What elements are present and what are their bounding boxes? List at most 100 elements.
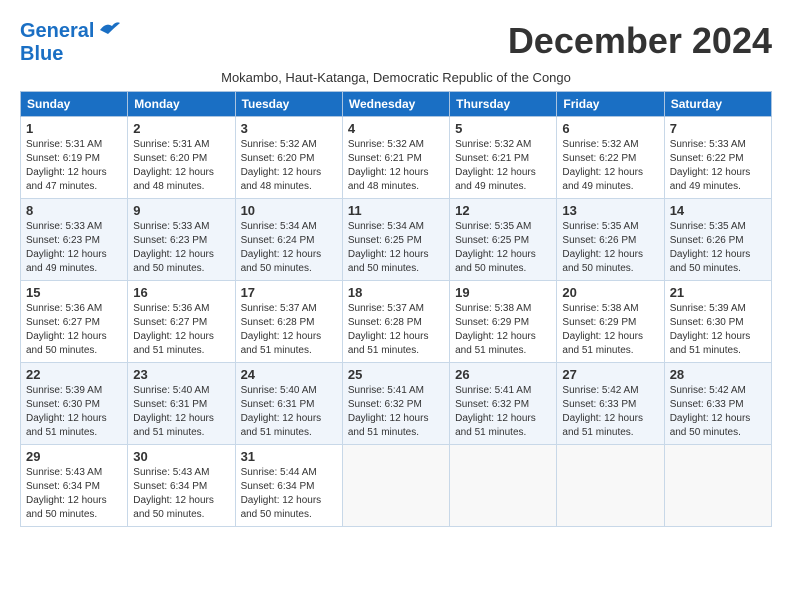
- day-number: 9: [133, 203, 229, 218]
- day-info: Sunrise: 5:36 AM Sunset: 6:27 PM Dayligh…: [26, 302, 122, 358]
- daylight-label: Daylight: 12 hours and 49 minutes.: [670, 167, 751, 192]
- sunrise-label: Sunrise: 5:32 AM: [241, 139, 317, 150]
- day-number: 7: [670, 121, 766, 136]
- sunrise-label: Sunrise: 5:33 AM: [670, 139, 746, 150]
- sunset-label: Sunset: 6:30 PM: [26, 399, 100, 410]
- calendar-cell: 27 Sunrise: 5:42 AM Sunset: 6:33 PM Dayl…: [557, 363, 664, 445]
- day-info: Sunrise: 5:41 AM Sunset: 6:32 PM Dayligh…: [348, 384, 444, 440]
- calendar-cell: 18 Sunrise: 5:37 AM Sunset: 6:28 PM Dayl…: [342, 281, 449, 363]
- sunrise-label: Sunrise: 5:34 AM: [348, 221, 424, 232]
- day-info: Sunrise: 5:33 AM Sunset: 6:23 PM Dayligh…: [26, 220, 122, 276]
- calendar-cell: 22 Sunrise: 5:39 AM Sunset: 6:30 PM Dayl…: [21, 363, 128, 445]
- logo-bird-icon: [98, 20, 120, 38]
- day-number: 5: [455, 121, 551, 136]
- day-number: 27: [562, 367, 658, 382]
- day-number: 2: [133, 121, 229, 136]
- day-number: 4: [348, 121, 444, 136]
- sunrise-label: Sunrise: 5:44 AM: [241, 467, 317, 478]
- day-info: Sunrise: 5:31 AM Sunset: 6:20 PM Dayligh…: [133, 138, 229, 194]
- day-number: 13: [562, 203, 658, 218]
- day-number: 12: [455, 203, 551, 218]
- sunrise-label: Sunrise: 5:32 AM: [455, 139, 531, 150]
- daylight-label: Daylight: 12 hours and 51 minutes.: [562, 331, 643, 356]
- calendar-cell: 28 Sunrise: 5:42 AM Sunset: 6:33 PM Dayl…: [664, 363, 771, 445]
- day-info: Sunrise: 5:34 AM Sunset: 6:25 PM Dayligh…: [348, 220, 444, 276]
- sunset-label: Sunset: 6:24 PM: [241, 235, 315, 246]
- calendar-cell: 31 Sunrise: 5:44 AM Sunset: 6:34 PM Dayl…: [235, 445, 342, 527]
- day-info: Sunrise: 5:32 AM Sunset: 6:21 PM Dayligh…: [348, 138, 444, 194]
- sunrise-label: Sunrise: 5:37 AM: [241, 303, 317, 314]
- day-number: 19: [455, 285, 551, 300]
- sunset-label: Sunset: 6:32 PM: [348, 399, 422, 410]
- logo-text: General Blue: [20, 20, 94, 66]
- sunrise-label: Sunrise: 5:38 AM: [455, 303, 531, 314]
- day-number: 17: [241, 285, 337, 300]
- day-info: Sunrise: 5:35 AM Sunset: 6:26 PM Dayligh…: [562, 220, 658, 276]
- sunset-label: Sunset: 6:27 PM: [133, 317, 207, 328]
- sunrise-label: Sunrise: 5:33 AM: [26, 221, 102, 232]
- sunset-label: Sunset: 6:20 PM: [241, 153, 315, 164]
- sunrise-label: Sunrise: 5:36 AM: [133, 303, 209, 314]
- daylight-label: Daylight: 12 hours and 51 minutes.: [241, 331, 322, 356]
- calendar-cell: 6 Sunrise: 5:32 AM Sunset: 6:22 PM Dayli…: [557, 117, 664, 199]
- day-number: 14: [670, 203, 766, 218]
- day-info: Sunrise: 5:40 AM Sunset: 6:31 PM Dayligh…: [133, 384, 229, 440]
- day-number: 22: [26, 367, 122, 382]
- day-info: Sunrise: 5:43 AM Sunset: 6:34 PM Dayligh…: [133, 466, 229, 522]
- calendar-cell: 21 Sunrise: 5:39 AM Sunset: 6:30 PM Dayl…: [664, 281, 771, 363]
- calendar-header-thursday: Thursday: [450, 92, 557, 117]
- sunset-label: Sunset: 6:22 PM: [670, 153, 744, 164]
- calendar-week-row: 15 Sunrise: 5:36 AM Sunset: 6:27 PM Dayl…: [21, 281, 772, 363]
- daylight-label: Daylight: 12 hours and 50 minutes.: [241, 249, 322, 274]
- daylight-label: Daylight: 12 hours and 51 minutes.: [241, 413, 322, 438]
- day-number: 29: [26, 449, 122, 464]
- calendar-week-row: 22 Sunrise: 5:39 AM Sunset: 6:30 PM Dayl…: [21, 363, 772, 445]
- daylight-label: Daylight: 12 hours and 50 minutes.: [26, 331, 107, 356]
- day-info: Sunrise: 5:38 AM Sunset: 6:29 PM Dayligh…: [562, 302, 658, 358]
- daylight-label: Daylight: 12 hours and 48 minutes.: [348, 167, 429, 192]
- sunrise-label: Sunrise: 5:43 AM: [133, 467, 209, 478]
- sunrise-label: Sunrise: 5:35 AM: [670, 221, 746, 232]
- calendar-cell: [342, 445, 449, 527]
- sunrise-label: Sunrise: 5:39 AM: [670, 303, 746, 314]
- daylight-label: Daylight: 12 hours and 50 minutes.: [133, 495, 214, 520]
- sunset-label: Sunset: 6:26 PM: [562, 235, 636, 246]
- logo: General Blue: [20, 20, 120, 66]
- sunset-label: Sunset: 6:32 PM: [455, 399, 529, 410]
- calendar-cell: 2 Sunrise: 5:31 AM Sunset: 6:20 PM Dayli…: [128, 117, 235, 199]
- sunrise-label: Sunrise: 5:31 AM: [133, 139, 209, 150]
- calendar-cell: 25 Sunrise: 5:41 AM Sunset: 6:32 PM Dayl…: [342, 363, 449, 445]
- calendar-header-sunday: Sunday: [21, 92, 128, 117]
- day-number: 31: [241, 449, 337, 464]
- day-info: Sunrise: 5:31 AM Sunset: 6:19 PM Dayligh…: [26, 138, 122, 194]
- day-number: 1: [26, 121, 122, 136]
- sunset-label: Sunset: 6:20 PM: [133, 153, 207, 164]
- sunset-label: Sunset: 6:21 PM: [348, 153, 422, 164]
- day-info: Sunrise: 5:37 AM Sunset: 6:28 PM Dayligh…: [241, 302, 337, 358]
- daylight-label: Daylight: 12 hours and 51 minutes.: [348, 413, 429, 438]
- daylight-label: Daylight: 12 hours and 50 minutes.: [26, 495, 107, 520]
- day-info: Sunrise: 5:42 AM Sunset: 6:33 PM Dayligh…: [562, 384, 658, 440]
- sunrise-label: Sunrise: 5:41 AM: [455, 385, 531, 396]
- sunset-label: Sunset: 6:34 PM: [133, 481, 207, 492]
- sunrise-label: Sunrise: 5:42 AM: [670, 385, 746, 396]
- day-info: Sunrise: 5:36 AM Sunset: 6:27 PM Dayligh…: [133, 302, 229, 358]
- calendar-week-row: 1 Sunrise: 5:31 AM Sunset: 6:19 PM Dayli…: [21, 117, 772, 199]
- day-info: Sunrise: 5:35 AM Sunset: 6:26 PM Dayligh…: [670, 220, 766, 276]
- calendar-cell: 17 Sunrise: 5:37 AM Sunset: 6:28 PM Dayl…: [235, 281, 342, 363]
- sunrise-label: Sunrise: 5:33 AM: [133, 221, 209, 232]
- sunset-label: Sunset: 6:23 PM: [26, 235, 100, 246]
- day-number: 20: [562, 285, 658, 300]
- sunrise-label: Sunrise: 5:34 AM: [241, 221, 317, 232]
- daylight-label: Daylight: 12 hours and 51 minutes.: [455, 331, 536, 356]
- daylight-label: Daylight: 12 hours and 50 minutes.: [348, 249, 429, 274]
- sunset-label: Sunset: 6:31 PM: [241, 399, 315, 410]
- day-number: 8: [26, 203, 122, 218]
- day-number: 6: [562, 121, 658, 136]
- daylight-label: Daylight: 12 hours and 50 minutes.: [670, 249, 751, 274]
- calendar-cell: 12 Sunrise: 5:35 AM Sunset: 6:25 PM Dayl…: [450, 199, 557, 281]
- daylight-label: Daylight: 12 hours and 51 minutes.: [670, 331, 751, 356]
- calendar-cell: 29 Sunrise: 5:43 AM Sunset: 6:34 PM Dayl…: [21, 445, 128, 527]
- calendar-cell: 9 Sunrise: 5:33 AM Sunset: 6:23 PM Dayli…: [128, 199, 235, 281]
- calendar-header-friday: Friday: [557, 92, 664, 117]
